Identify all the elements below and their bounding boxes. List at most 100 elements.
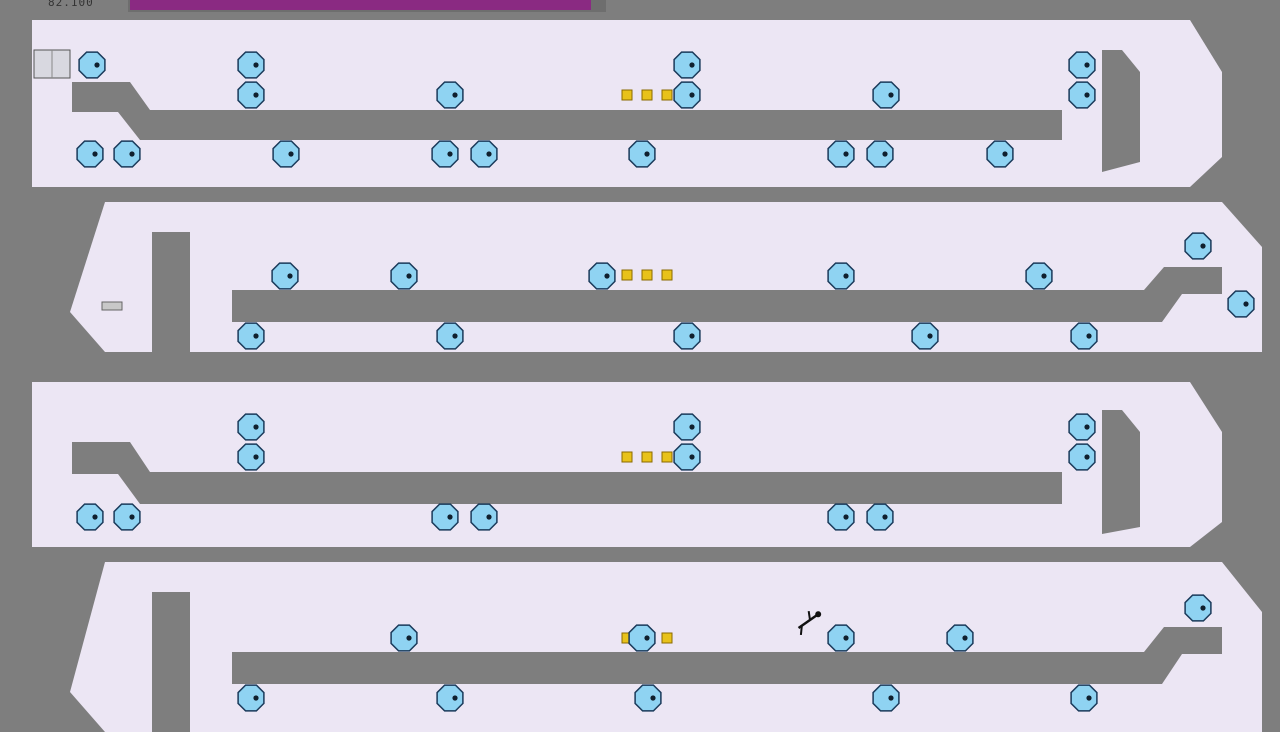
zap-drone-icon <box>827 503 855 531</box>
zap-drone-icon <box>673 443 701 471</box>
drone-eye <box>406 273 412 279</box>
drone-eye <box>882 151 888 157</box>
drone-eye <box>1200 605 1206 611</box>
drone-body <box>76 140 104 168</box>
drone-eye <box>604 273 610 279</box>
zap-drone-icon <box>588 262 616 290</box>
drone-body <box>237 684 265 712</box>
drone-eye <box>92 151 98 157</box>
drone-eye <box>253 695 259 701</box>
gold-icon <box>661 451 673 463</box>
drone-body <box>911 322 939 350</box>
drone-body <box>436 81 464 109</box>
drone-eye <box>1243 301 1249 307</box>
drone-body <box>1070 322 1098 350</box>
zap-drone-icon <box>431 140 459 168</box>
drone-body <box>436 684 464 712</box>
drone-body <box>76 503 104 531</box>
drone-body <box>237 413 265 441</box>
drone-eye <box>927 333 933 339</box>
zap-drone-icon <box>237 81 265 109</box>
zap-drone-icon <box>946 624 974 652</box>
zap-drone-icon <box>78 51 106 79</box>
drone-body <box>1068 413 1096 441</box>
drone-body <box>872 684 900 712</box>
zap-drone-icon <box>237 684 265 712</box>
drone-eye <box>962 635 968 641</box>
drone-eye <box>452 333 458 339</box>
drone-eye <box>843 635 849 641</box>
drone-body <box>470 140 498 168</box>
drone-body <box>113 503 141 531</box>
drone-body <box>634 684 662 712</box>
drone-body <box>470 503 498 531</box>
zap-drone-icon <box>237 322 265 350</box>
zap-drone-icon <box>872 684 900 712</box>
drone-eye <box>486 151 492 157</box>
drone-eye <box>689 92 695 98</box>
drone-body <box>390 624 418 652</box>
drone-eye <box>253 62 259 68</box>
zap-drone-icon <box>1068 413 1096 441</box>
floor-corridor-1 <box>32 20 1222 187</box>
drone-body <box>1227 290 1255 318</box>
drone-body <box>1068 81 1096 109</box>
drone-body <box>78 51 106 79</box>
zap-drone-icon <box>1068 51 1096 79</box>
zap-drone-icon <box>1068 443 1096 471</box>
drone-body <box>271 262 299 290</box>
drone-eye <box>689 62 695 68</box>
drone-eye <box>843 514 849 520</box>
drone-body <box>827 503 855 531</box>
zap-drone-icon <box>1025 262 1053 290</box>
zap-drone-icon <box>628 140 656 168</box>
drone-eye <box>287 273 293 279</box>
zap-drone-icon <box>431 503 459 531</box>
drone-eye <box>1086 333 1092 339</box>
zap-drone-icon <box>673 81 701 109</box>
drone-body <box>673 443 701 471</box>
drone-eye <box>689 424 695 430</box>
drone-body <box>986 140 1014 168</box>
drone-eye <box>288 151 294 157</box>
drone-eye <box>689 454 695 460</box>
zap-drone-icon <box>827 262 855 290</box>
gold-icon <box>641 451 653 463</box>
drone-body <box>1068 51 1096 79</box>
gold-icon <box>621 451 633 463</box>
exit-switch-icon <box>101 301 123 311</box>
drone-body <box>237 443 265 471</box>
drone-body <box>431 140 459 168</box>
zap-drone-icon <box>237 51 265 79</box>
level-map <box>32 20 1262 732</box>
zap-drone-icon <box>1070 684 1098 712</box>
zap-drone-icon <box>272 140 300 168</box>
drone-eye <box>644 635 650 641</box>
drone-eye <box>452 92 458 98</box>
zap-drone-icon <box>866 140 894 168</box>
drone-body <box>431 503 459 531</box>
drone-eye <box>129 514 135 520</box>
drone-eye <box>843 151 849 157</box>
drone-eye <box>447 514 453 520</box>
zap-drone-icon <box>113 503 141 531</box>
gold-icon <box>641 269 653 281</box>
zap-drone-icon <box>1184 594 1212 622</box>
zap-drone-icon <box>1070 322 1098 350</box>
zap-drone-icon <box>986 140 1014 168</box>
drone-body <box>113 140 141 168</box>
zap-drone-icon <box>1068 81 1096 109</box>
drone-body <box>827 140 855 168</box>
drone-body <box>628 624 656 652</box>
zap-drone-icon <box>76 503 104 531</box>
drone-eye <box>253 424 259 430</box>
drone-body <box>588 262 616 290</box>
zap-drone-icon <box>1227 290 1255 318</box>
drone-body <box>272 140 300 168</box>
drone-eye <box>1002 151 1008 157</box>
wall-block-2 <box>1102 50 1140 172</box>
gold-icon <box>661 269 673 281</box>
drone-body <box>866 140 894 168</box>
zap-drone-icon <box>470 503 498 531</box>
drone-body <box>1068 443 1096 471</box>
